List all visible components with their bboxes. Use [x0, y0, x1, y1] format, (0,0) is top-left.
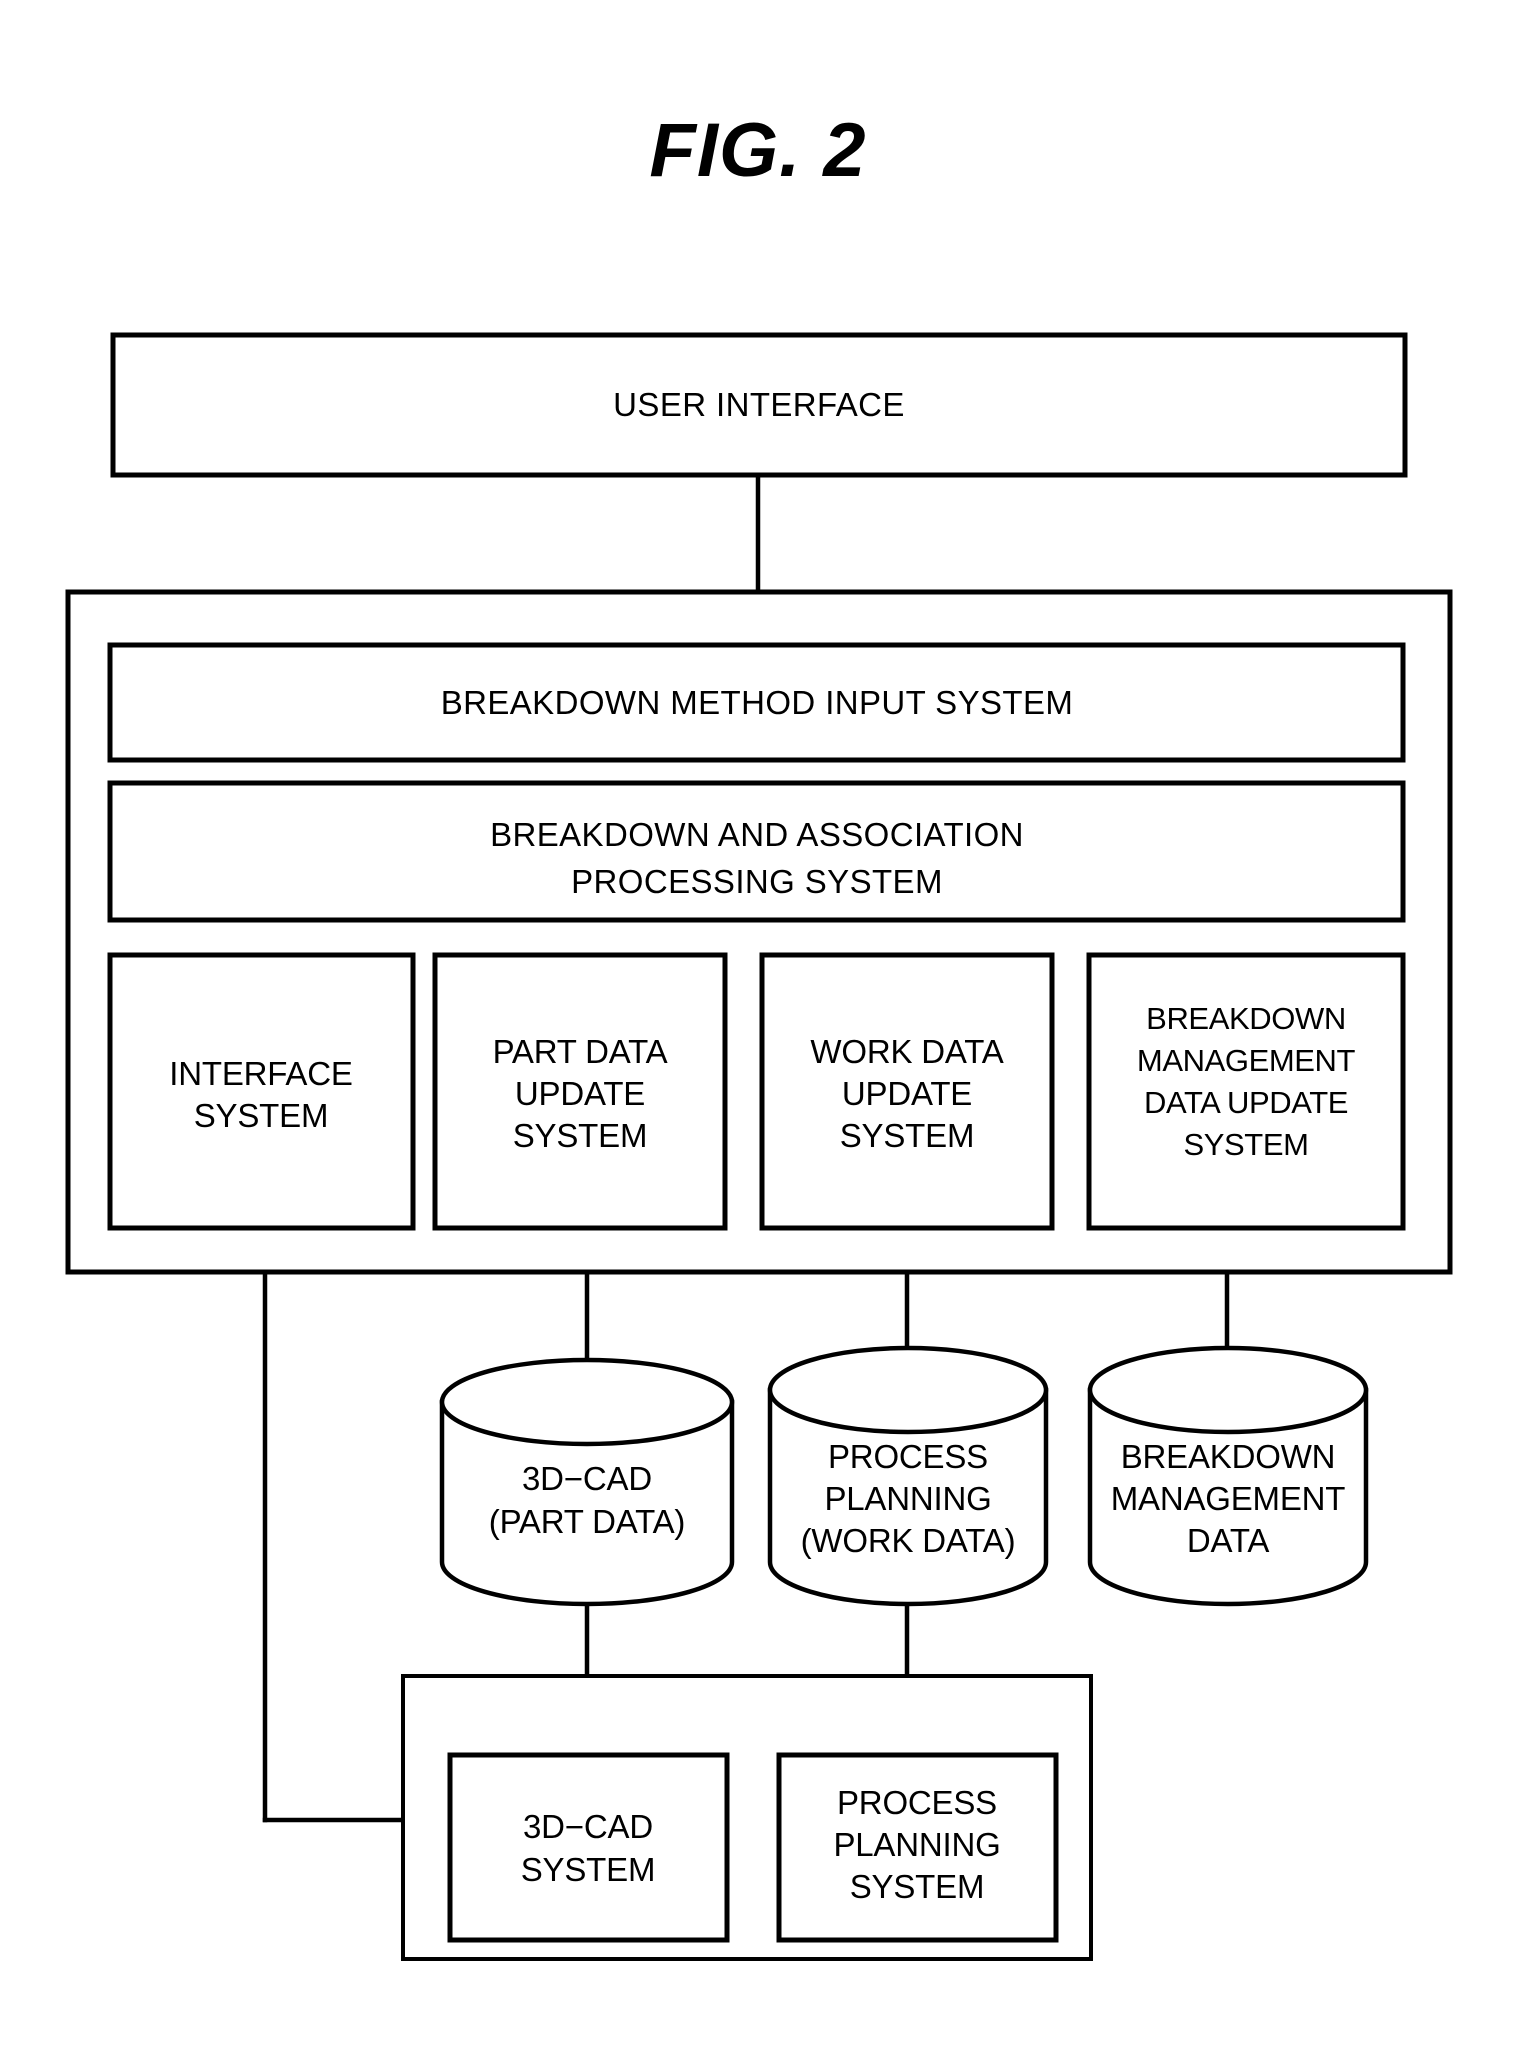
user-interface-label: USER INTERFACE	[613, 386, 905, 423]
node-process-planning-system[interactable]: PROCESS PLANNING SYSTEM	[776, 1752, 1059, 1943]
work-data-update-system-label-line2: UPDATE	[842, 1075, 972, 1112]
node-user-interface[interactable]: USER INTERFACE	[110, 332, 1408, 478]
process-planning-system-label-line1: PROCESS	[837, 1784, 997, 1821]
cad-system-label-line2: SYSTEM	[521, 1851, 656, 1888]
breakdown-management-data-update-system-label-line2: MANAGEMENT	[1137, 1043, 1356, 1078]
node-db-process-planning-work-data[interactable]: PROCESS PLANNING (WORK DATA)	[767, 1345, 1049, 1607]
work-data-update-system-label-line3: SYSTEM	[840, 1117, 975, 1154]
db-3d-cad-part-data-top	[439, 1357, 735, 1447]
process-planning-system-label-line2: PLANNING	[833, 1826, 1000, 1863]
db-breakdown-management-data-label-line1: BREAKDOWN	[1121, 1438, 1336, 1475]
node-db-3d-cad-part-data[interactable]: 3D−CAD (PART DATA)	[439, 1357, 735, 1607]
figure-title: FIG. 2	[649, 108, 866, 193]
work-data-update-system-label-line1: WORK DATA	[810, 1033, 1003, 1070]
node-part-data-update-system[interactable]: PART DATA UPDATE SYSTEM	[432, 952, 728, 1231]
breakdown-and-association-processing-system-label-line2: PROCESSING SYSTEM	[571, 863, 943, 900]
db-breakdown-management-data-top	[1087, 1345, 1369, 1435]
db-process-planning-work-data-label-line2: PLANNING	[824, 1480, 991, 1517]
db-3d-cad-part-data-label-line1: 3D−CAD	[522, 1460, 652, 1497]
node-cad-system[interactable]: 3D−CAD SYSTEM	[447, 1752, 730, 1943]
figure-root: FIG. 2 USER INTERFACE BREAKDOWN METHOD I…	[0, 0, 1516, 2067]
db-breakdown-management-data-label-line2: MANAGEMENT	[1111, 1480, 1346, 1517]
cad-system-label-line1: 3D−CAD	[523, 1808, 653, 1845]
db-3d-cad-part-data-label-line2: (PART DATA)	[489, 1503, 685, 1540]
breakdown-method-input-system-label: BREAKDOWN METHOD INPUT SYSTEM	[441, 684, 1074, 721]
part-data-update-system-label-line1: PART DATA	[493, 1033, 668, 1070]
interface-system-label-line1: INTERFACE	[169, 1055, 352, 1092]
node-breakdown-and-association-processing-system[interactable]: BREAKDOWN AND ASSOCIATION PROCESSING SYS…	[107, 780, 1406, 923]
db-process-planning-work-data-top	[767, 1345, 1049, 1435]
cad-system-box	[447, 1752, 730, 1943]
node-interface-system[interactable]: INTERFACE SYSTEM	[107, 952, 416, 1231]
db-process-planning-work-data-label-line3: (WORK DATA)	[801, 1522, 1016, 1559]
interface-system-label-line2: SYSTEM	[194, 1097, 329, 1134]
node-db-breakdown-management-data[interactable]: BREAKDOWN MANAGEMENT DATA	[1087, 1345, 1369, 1607]
process-planning-system-label-line3: SYSTEM	[850, 1868, 985, 1905]
breakdown-management-data-update-system-label-line4: SYSTEM	[1183, 1127, 1308, 1162]
node-breakdown-management-data-update-system[interactable]: BREAKDOWN MANAGEMENT DATA UPDATE SYSTEM	[1086, 952, 1406, 1231]
part-data-update-system-label-line2: UPDATE	[515, 1075, 645, 1112]
db-breakdown-management-data-label-line3: DATA	[1187, 1522, 1270, 1559]
node-work-data-update-system[interactable]: WORK DATA UPDATE SYSTEM	[759, 952, 1055, 1231]
part-data-update-system-label-line3: SYSTEM	[513, 1117, 648, 1154]
node-breakdown-method-input-system[interactable]: BREAKDOWN METHOD INPUT SYSTEM	[107, 642, 1406, 763]
breakdown-management-data-update-system-label-line3: DATA UPDATE	[1144, 1085, 1348, 1120]
figure-2-block-diagram: FIG. 2 USER INTERFACE BREAKDOWN METHOD I…	[65, 108, 1453, 1961]
db-process-planning-work-data-label-line1: PROCESS	[828, 1438, 988, 1475]
breakdown-management-data-update-system-label-line1: BREAKDOWN	[1146, 1001, 1346, 1036]
breakdown-and-association-processing-system-label-line1: BREAKDOWN AND ASSOCIATION	[490, 816, 1024, 853]
